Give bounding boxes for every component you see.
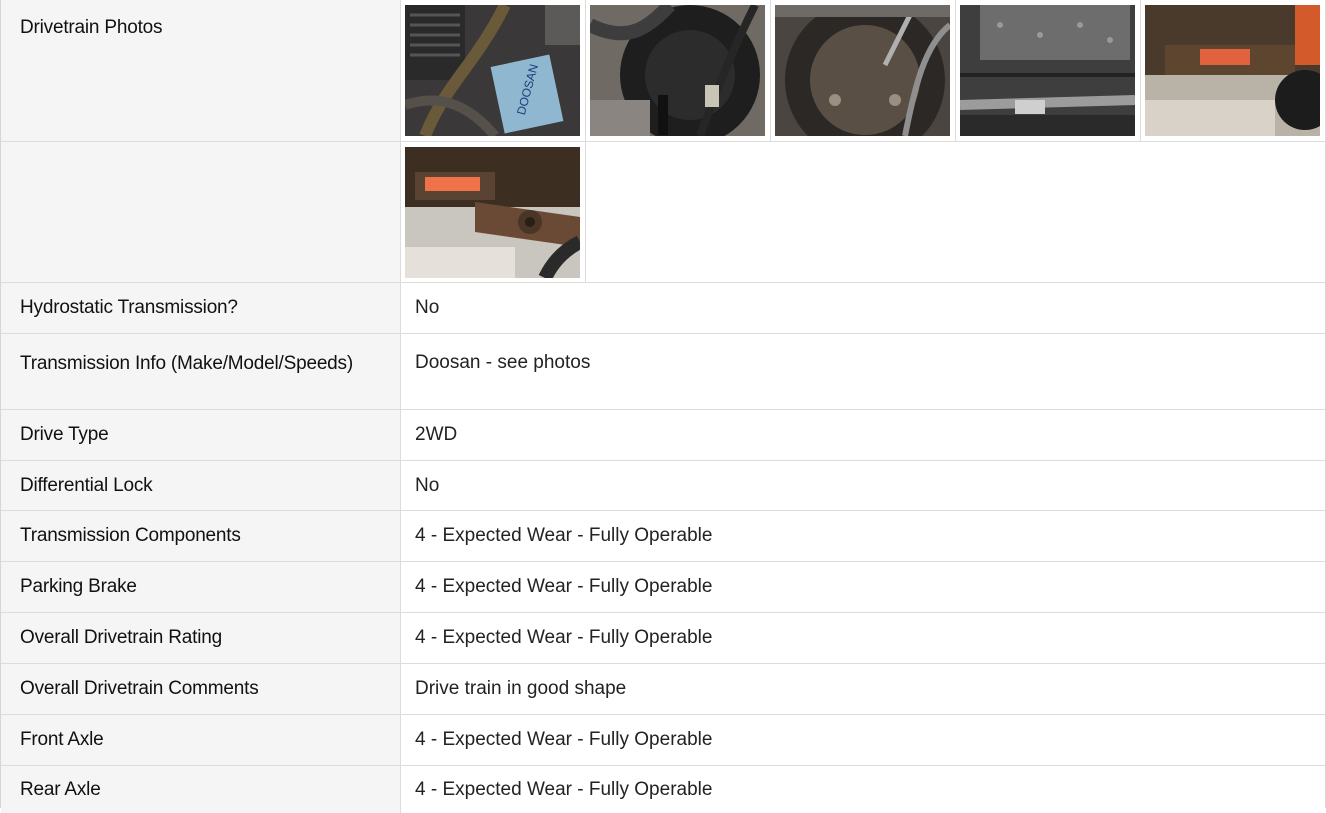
wheel-photo-icon bbox=[775, 5, 950, 136]
overall-drivetrain-rating-value: 4 - Expected Wear - Fully Operable bbox=[415, 627, 713, 648]
drivetrain-photos-gallery-2 bbox=[401, 142, 1325, 282]
photo-thumb-4[interactable] bbox=[956, 0, 1141, 141]
transmission-info-value: Doosan - see photos bbox=[415, 352, 591, 373]
row-drive-type: Drive Type 2WD bbox=[1, 410, 1325, 461]
engine-photo-icon: DOOSAN bbox=[405, 5, 580, 136]
overall-drivetrain-comments-value: Drive train in good shape bbox=[415, 678, 627, 699]
row-transmission-info: Transmission Info (Make/Model/Speeds) Do… bbox=[1, 334, 1325, 410]
pin-joint-photo-icon bbox=[405, 147, 580, 278]
drive-type-value: 2WD bbox=[415, 424, 458, 445]
row-overall-drivetrain-rating: Overall Drivetrain Rating 4 - Expected W… bbox=[1, 613, 1325, 664]
photo-thumb-5[interactable] bbox=[1141, 0, 1326, 141]
axle-photo-icon bbox=[1145, 5, 1320, 136]
drive-type-label: Drive Type bbox=[1, 410, 401, 460]
drivetrain-photos-row-2 bbox=[1, 142, 1325, 283]
photo-thumb-6[interactable] bbox=[401, 142, 586, 282]
drivetrain-photos-gallery: DOOSAN bbox=[401, 0, 1326, 141]
hydrostatic-transmission-value: No bbox=[415, 297, 440, 318]
transmission-components-label: Transmission Components bbox=[1, 511, 401, 561]
undercarriage-photo-icon bbox=[960, 5, 1135, 136]
drivetrain-report-table: Drivetrain Photos DOOSAN Hydrostatic Tra… bbox=[0, 0, 1326, 813]
overall-drivetrain-comments-label: Overall Drivetrain Comments bbox=[1, 664, 401, 714]
differential-lock-label: Differential Lock bbox=[1, 461, 401, 510]
differential-lock-value: No bbox=[415, 474, 440, 496]
rear-axle-value: 4 - Expected Wear - Fully Operable bbox=[415, 778, 713, 800]
row-overall-drivetrain-comments: Overall Drivetrain Comments Drive train … bbox=[1, 664, 1325, 715]
front-axle-label: Front Axle bbox=[1, 715, 401, 765]
photo-thumb-1[interactable]: DOOSAN bbox=[401, 0, 586, 141]
transmission-info-label: Transmission Info (Make/Model/Speeds) bbox=[1, 334, 401, 409]
parking-brake-label: Parking Brake bbox=[1, 562, 401, 612]
photo-thumb-3[interactable] bbox=[771, 0, 956, 141]
row-hydrostatic-transmission: Hydrostatic Transmission? No bbox=[1, 283, 1325, 334]
hydrostatic-transmission-label: Hydrostatic Transmission? bbox=[1, 283, 401, 333]
photo-thumb-2[interactable] bbox=[586, 0, 771, 141]
row-front-axle: Front Axle 4 - Expected Wear - Fully Ope… bbox=[1, 715, 1325, 766]
hose-photo-icon bbox=[590, 5, 765, 136]
row-parking-brake: Parking Brake 4 - Expected Wear - Fully … bbox=[1, 562, 1325, 613]
rear-axle-label: Rear Axle bbox=[1, 766, 401, 813]
transmission-components-value: 4 - Expected Wear - Fully Operable bbox=[415, 525, 713, 546]
overall-drivetrain-rating-label: Overall Drivetrain Rating bbox=[1, 613, 401, 663]
drivetrain-photos-label-empty bbox=[1, 142, 401, 282]
drivetrain-photos-label: Drivetrain Photos bbox=[1, 0, 401, 141]
row-differential-lock: Differential Lock No bbox=[1, 461, 1325, 511]
front-axle-value: 4 - Expected Wear - Fully Operable bbox=[415, 729, 713, 750]
row-rear-axle: Rear Axle 4 - Expected Wear - Fully Oper… bbox=[1, 766, 1325, 813]
drivetrain-photos-row: Drivetrain Photos DOOSAN bbox=[1, 0, 1326, 142]
parking-brake-value: 4 - Expected Wear - Fully Operable bbox=[415, 576, 713, 597]
row-transmission-components: Transmission Components 4 - Expected Wea… bbox=[1, 511, 1325, 562]
